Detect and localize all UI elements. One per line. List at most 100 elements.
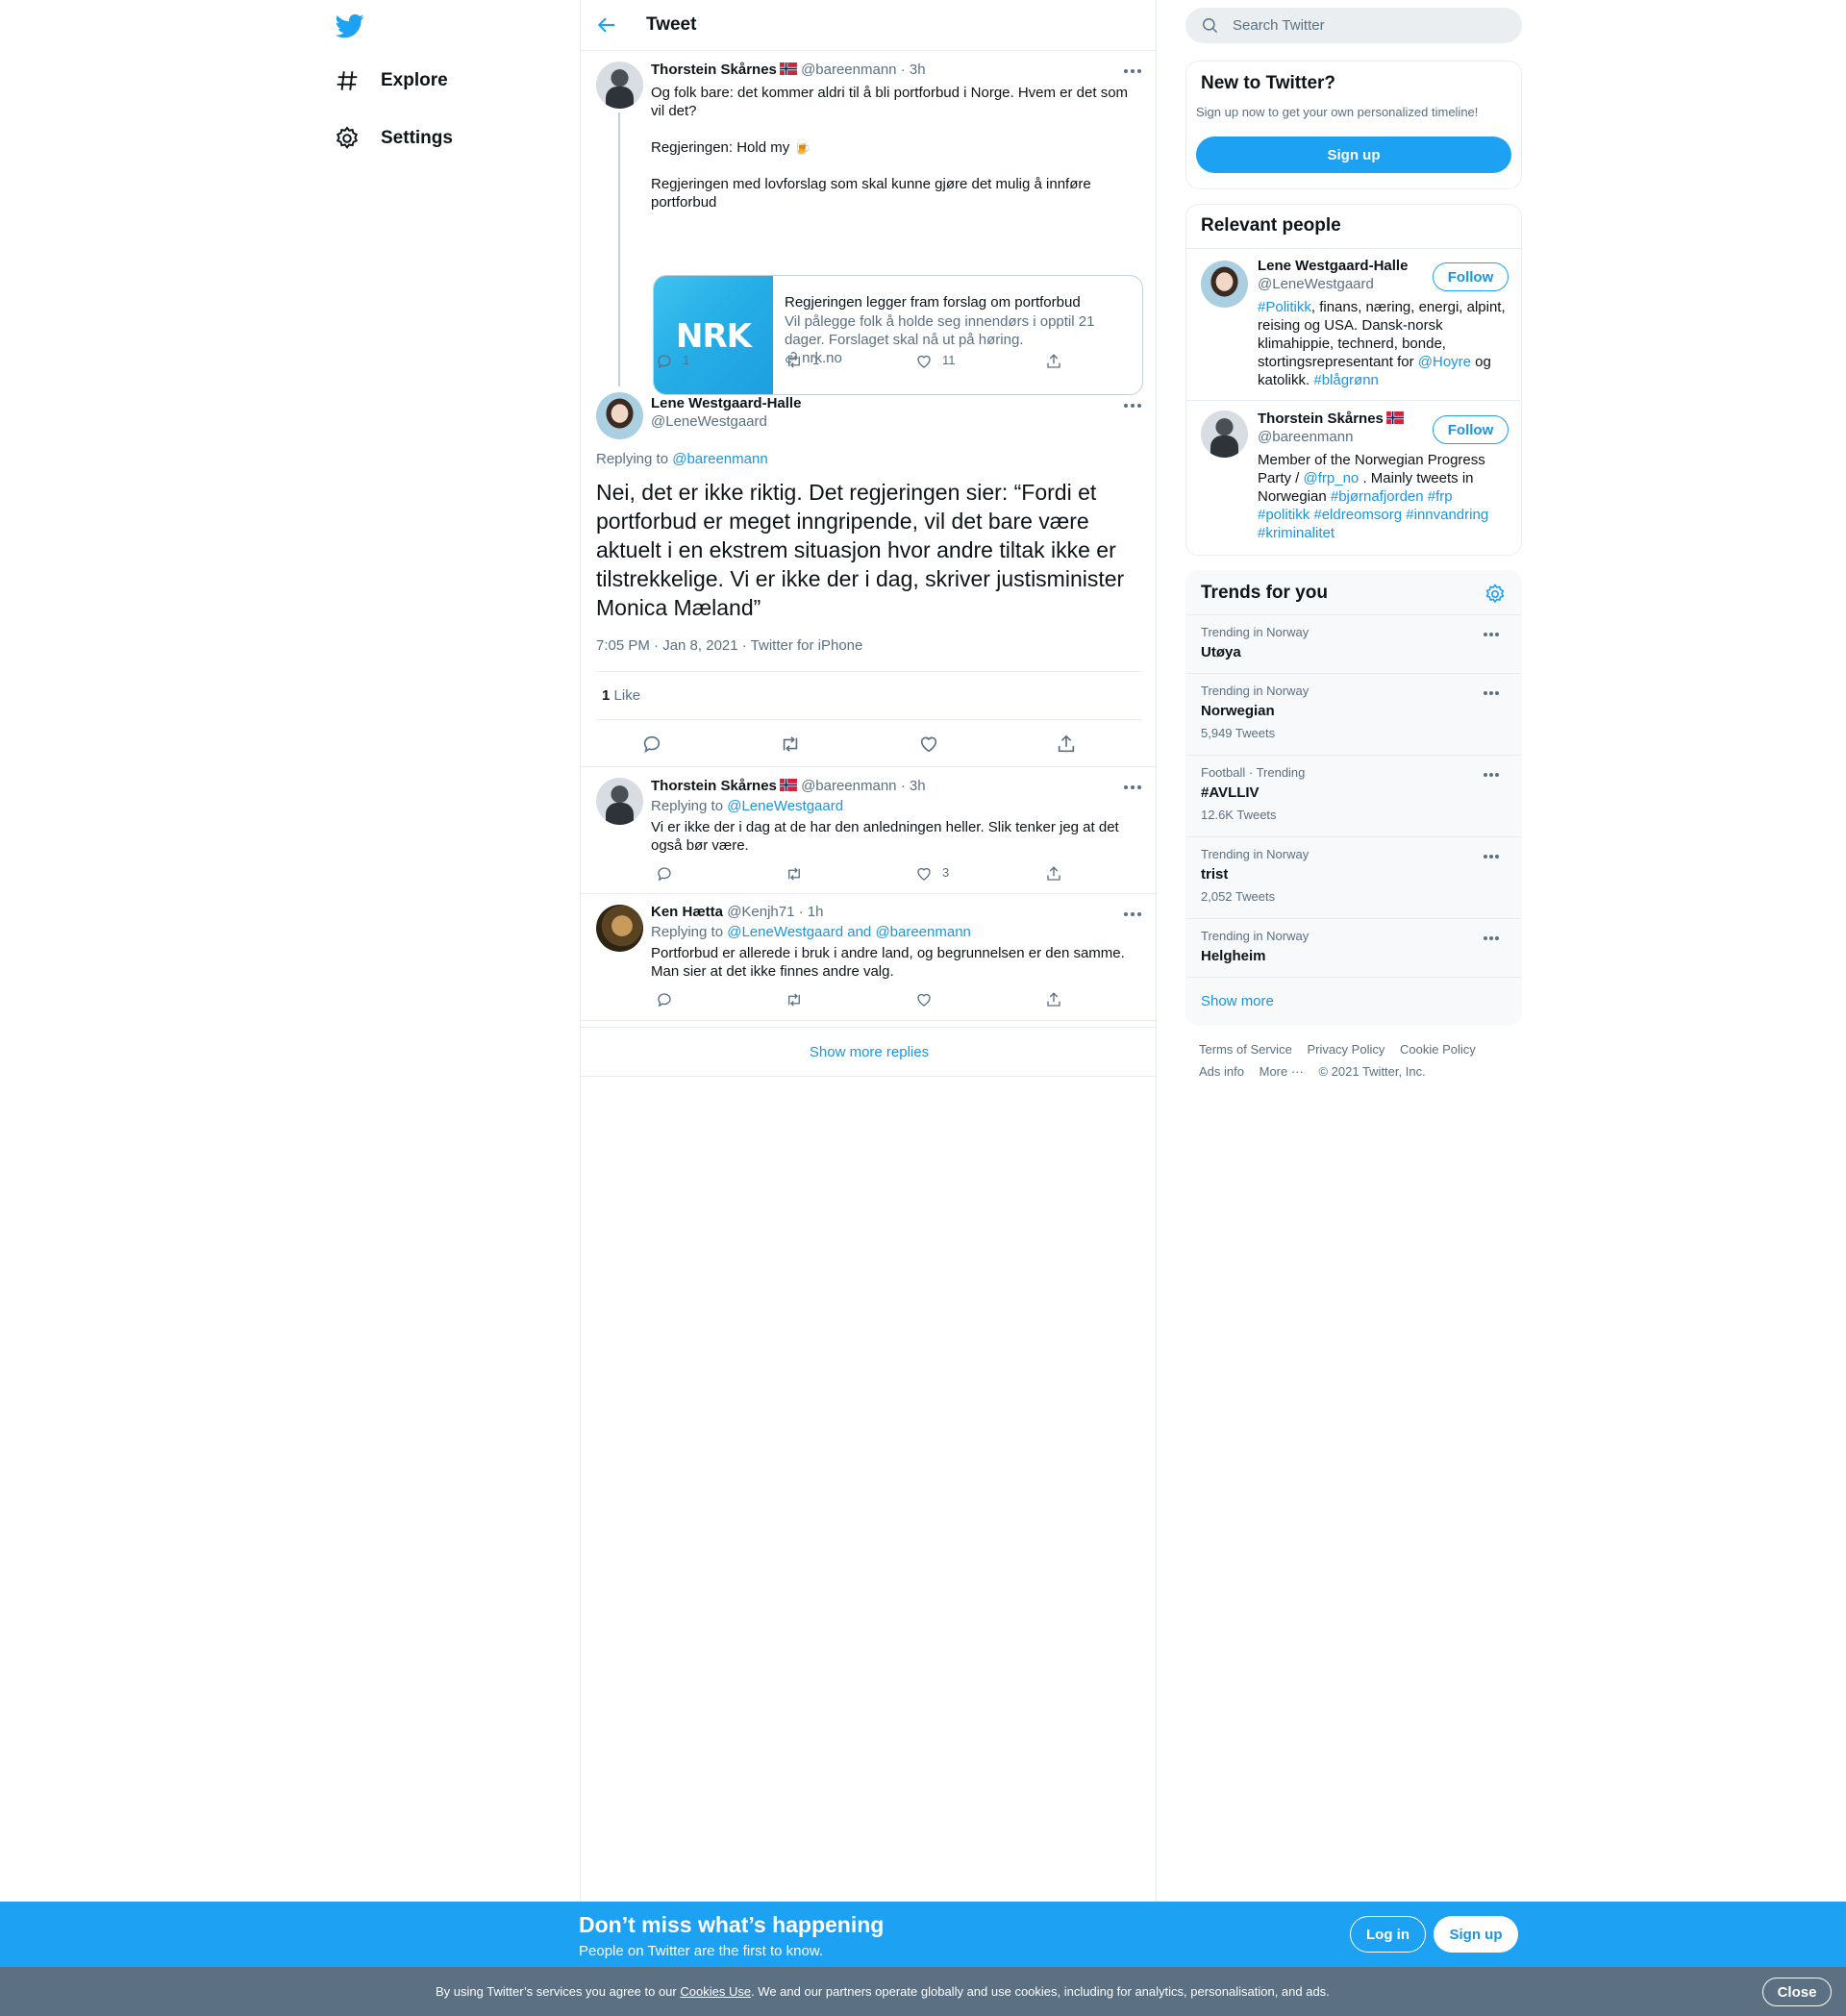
share-button[interactable] <box>1045 353 1072 370</box>
like-stat-count: 1 <box>602 687 611 704</box>
trend-item[interactable]: Trending in Norway Norwegian 5,949 Tweet… <box>1186 673 1521 755</box>
person-cell[interactable]: Lene Westgaard-Halle @LeneWestgaard Foll… <box>1186 249 1521 403</box>
share-button[interactable] <box>1045 865 1072 883</box>
sign-up-button[interactable]: Sign up <box>1196 137 1511 173</box>
avatar[interactable] <box>596 778 643 825</box>
more-options-icon[interactable] <box>1123 401 1142 411</box>
avatar[interactable] <box>596 62 643 109</box>
main-column: Tweet Thorstein Skårnes @bareenmann · 3h… <box>580 0 1158 1904</box>
avatar[interactable] <box>1201 411 1248 458</box>
log-in-button[interactable]: Log in <box>1350 1916 1426 1953</box>
reply-icon[interactable] <box>641 734 662 755</box>
avatar[interactable] <box>596 905 643 952</box>
trend-item[interactable]: Trending in Norway Helgheim <box>1186 918 1521 977</box>
replying-to-link[interactable]: @LeneWestgaard and @bareenmann <box>727 924 971 940</box>
share-icon[interactable] <box>1056 734 1077 755</box>
tweet-metadata[interactable]: 7:05 PM · Jan 8, 2021 · Twitter for iPho… <box>596 637 862 654</box>
share-button[interactable] <box>1045 991 1072 1008</box>
person-name[interactable]: Lene Westgaard-Halle <box>1258 258 1408 274</box>
close-button[interactable]: Close <box>1762 1978 1832 2006</box>
retweet-button[interactable] <box>786 991 812 1008</box>
reply-button[interactable] <box>656 991 683 1008</box>
reply-button[interactable]: 1 <box>656 353 689 370</box>
sign-up-button[interactable]: Sign up <box>1434 1916 1518 1953</box>
reply-tweet[interactable]: Ken Hætta @Kenjh71 · 1h Replying to @Len… <box>581 895 1158 1021</box>
retweet-button[interactable]: 1 <box>786 353 819 370</box>
mention-link[interactable]: @frp_no <box>1304 470 1360 486</box>
trend-item[interactable]: Football · Trending #AVLLIV 12.6K Tweets <box>1186 755 1521 836</box>
person-name-row[interactable]: Thorstein Skårnes <box>1258 411 1404 427</box>
author-handle[interactable]: @LeneWestgaard <box>651 413 767 430</box>
hashtag-link[interactable]: #innvandring <box>1406 507 1488 523</box>
like-button[interactable]: 3 <box>915 865 949 883</box>
reply-tweet[interactable]: Thorstein Skårnes @bareenmann · 3h Reply… <box>581 768 1158 894</box>
footer-link[interactable]: Privacy Policy <box>1307 1042 1384 1057</box>
heart-icon[interactable] <box>918 734 939 755</box>
more-options-icon[interactable] <box>1483 689 1500 697</box>
nav-explore[interactable]: Explore <box>335 62 448 100</box>
more-options-icon[interactable] <box>1483 631 1500 638</box>
retweet-icon[interactable] <box>780 734 801 755</box>
hashtag-link[interactable]: #Politikk <box>1258 299 1311 315</box>
trend-count: 5,949 Tweets <box>1201 726 1276 740</box>
author-handle[interactable]: @bareenmann <box>801 62 896 78</box>
tweet-time[interactable]: · 3h <box>901 778 926 794</box>
follow-button[interactable]: Follow <box>1433 415 1509 444</box>
footer-link[interactable]: More ··· <box>1260 1064 1304 1079</box>
show-more-replies-button[interactable]: Show more replies <box>581 1027 1158 1077</box>
hashtag-link[interactable]: #blågrønn <box>1313 372 1379 388</box>
replying-label: Replying to <box>651 798 724 814</box>
person-cell[interactable]: Thorstein Skårnes @bareenmann Follow Mem… <box>1186 401 1521 555</box>
like-stats[interactable]: 1 Like <box>602 687 640 704</box>
nav-settings[interactable]: Settings <box>335 119 453 158</box>
trend-item[interactable]: Trending in Norway trist 2,052 Tweets <box>1186 836 1521 918</box>
more-options-icon[interactable] <box>1483 853 1500 860</box>
more-options-icon[interactable] <box>1123 783 1142 792</box>
reply-button[interactable] <box>656 865 683 883</box>
avatar[interactable] <box>1201 261 1248 308</box>
person-handle[interactable]: @bareenmann <box>1258 429 1353 445</box>
retweet-button[interactable] <box>786 865 812 883</box>
hashtag-link[interactable]: #bjørnafjorden <box>1331 488 1424 505</box>
hashtag-link[interactable]: #kriminalitet <box>1258 525 1335 541</box>
follow-button[interactable]: Follow <box>1433 262 1509 291</box>
footer-link[interactable]: Terms of Service <box>1199 1042 1292 1057</box>
show-more-trends[interactable]: Show more <box>1186 977 1521 1025</box>
link-card[interactable]: NRK Regjeringen legger fram forslag om p… <box>653 275 1143 395</box>
replying-to-link[interactable]: @LeneWestgaard <box>727 798 843 814</box>
footer-link[interactable]: Ads info <box>1199 1064 1244 1079</box>
relevant-people-panel: Relevant people Lene Westgaard-Halle @Le… <box>1185 204 1522 556</box>
more-options-icon[interactable] <box>1483 771 1500 779</box>
retweet-icon <box>788 867 800 881</box>
footer-link[interactable]: Cookie Policy <box>1400 1042 1476 1057</box>
trend-item[interactable]: Trending in Norway Utøya <box>1186 614 1521 673</box>
settings-gear-icon[interactable] <box>1484 584 1506 605</box>
back-arrow-icon[interactable] <box>596 14 617 36</box>
author-name[interactable]: Lene Westgaard-Halle <box>651 395 801 411</box>
cookies-use-link[interactable]: Cookies Use <box>680 1984 751 1999</box>
tweet-text: Portforbud er allerede i bruk i andre la… <box>651 945 1125 980</box>
more-options-icon[interactable] <box>1123 909 1142 919</box>
author-handle[interactable]: @Kenjh71 <box>727 904 794 920</box>
more-options-icon[interactable] <box>1123 66 1142 76</box>
person-handle[interactable]: @LeneWestgaard <box>1258 276 1374 292</box>
hashtag-link[interactable]: #frp <box>1428 488 1453 505</box>
author-name[interactable]: Thorstein Skårnes <box>651 62 777 78</box>
hashtag-link[interactable]: #politikk <box>1258 507 1310 523</box>
hashtag-link[interactable]: #eldreomsorg <box>1313 507 1402 523</box>
parent-tweet[interactable]: Thorstein Skårnes @bareenmann · 3h Og fo… <box>581 52 1158 395</box>
author-name[interactable]: Thorstein Skårnes <box>651 778 777 794</box>
twitter-logo-icon[interactable] <box>335 12 365 40</box>
search-placeholder: Search Twitter <box>1233 17 1325 34</box>
more-options-icon[interactable] <box>1483 934 1500 942</box>
mention-link[interactable]: @Hoyre <box>1418 354 1471 370</box>
tweet-time[interactable]: · 3h <box>901 62 926 78</box>
tweet-time[interactable]: · 1h <box>799 904 824 920</box>
like-button[interactable] <box>915 991 942 1008</box>
search-input[interactable]: Search Twitter <box>1185 8 1522 43</box>
author-handle[interactable]: @bareenmann <box>801 778 896 794</box>
avatar[interactable] <box>596 392 643 439</box>
like-button[interactable]: 11 <box>915 353 956 370</box>
author-name[interactable]: Ken Hætta <box>651 904 723 920</box>
replying-to-link[interactable]: @bareenmann <box>672 451 767 467</box>
